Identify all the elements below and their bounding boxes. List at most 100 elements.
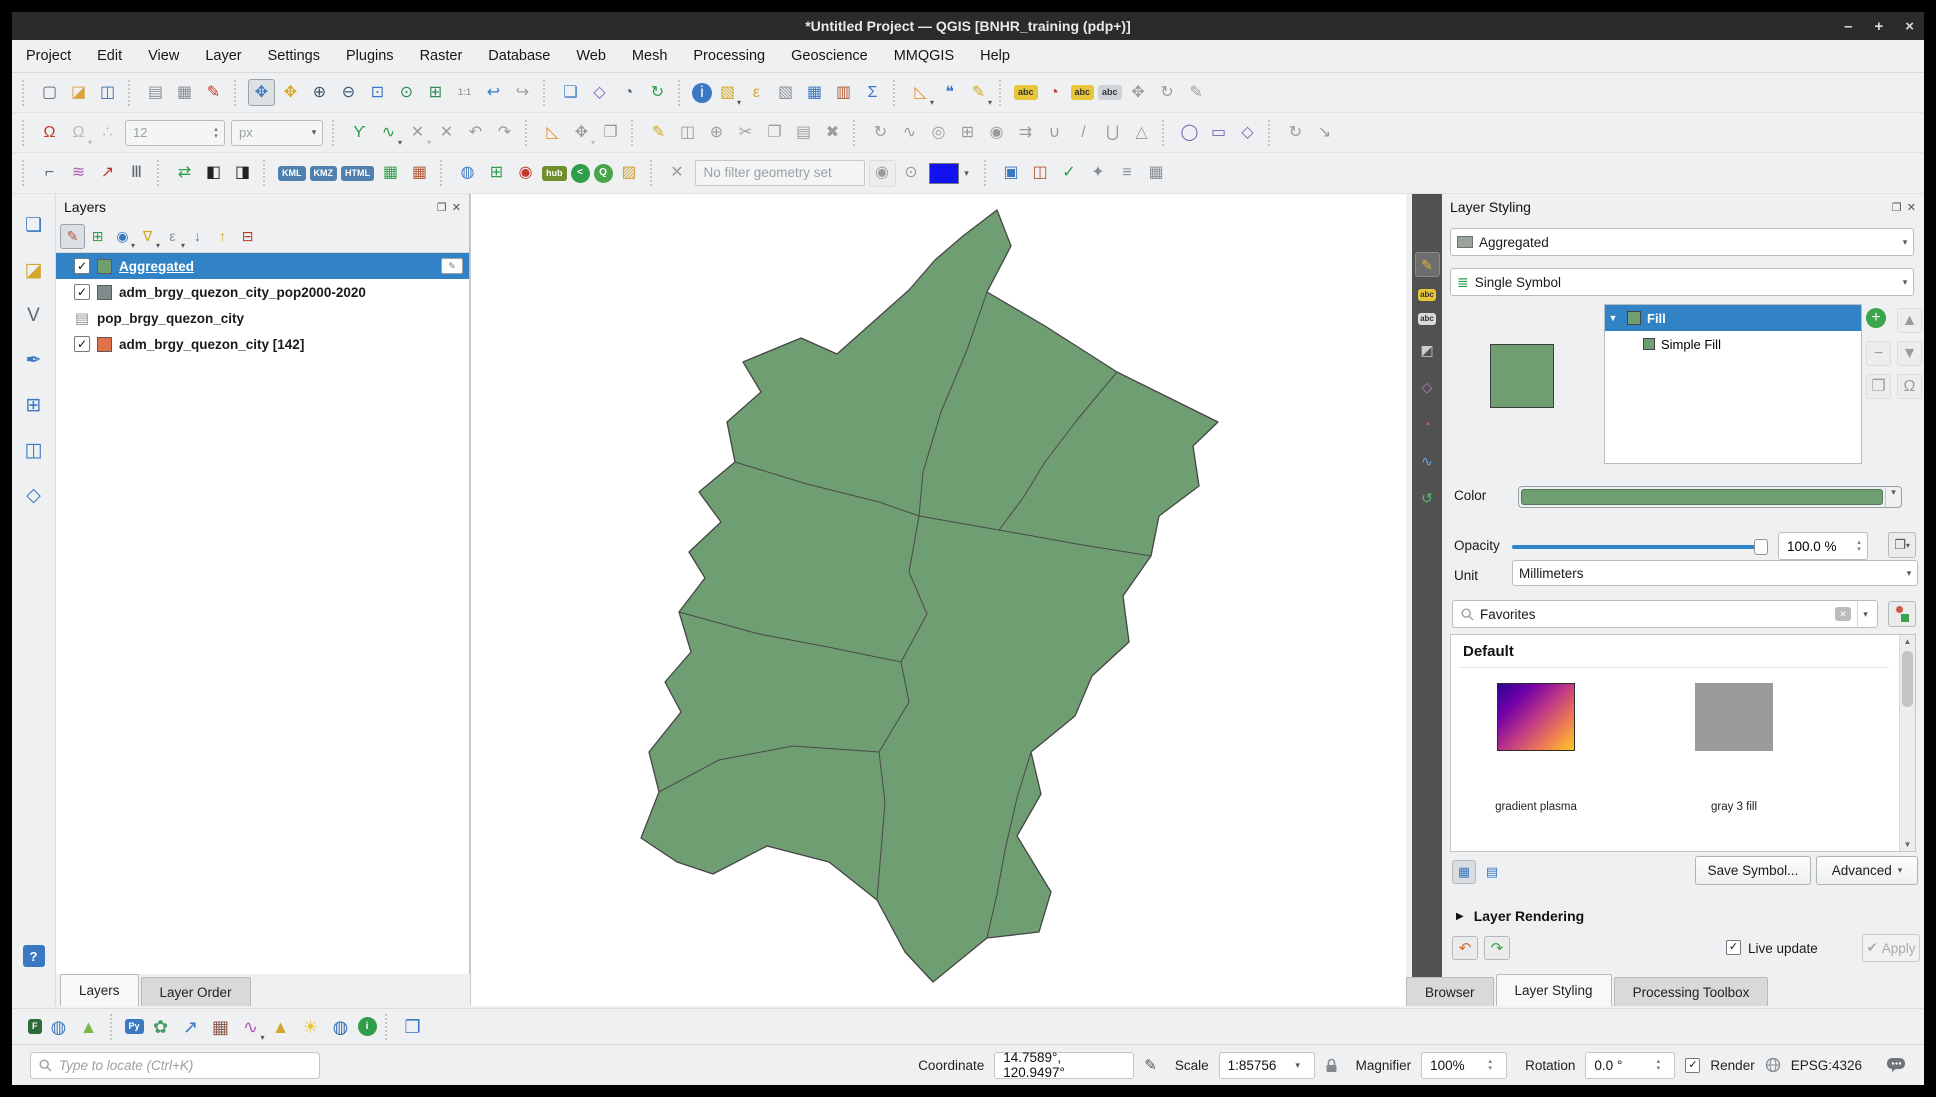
philippines-data-icon[interactable]: ◉	[512, 160, 539, 187]
layer-item-aggregated[interactable]: ✓ Aggregated ✎	[56, 253, 469, 279]
panel-close-icon[interactable]: ✕	[452, 201, 461, 214]
opacity-slider[interactable]	[1512, 539, 1768, 555]
new-print-layout-icon[interactable]: ▤	[142, 79, 169, 106]
symbol-card-gray-3-fill[interactable]: gray 3 fill	[1679, 683, 1789, 813]
plugin-leaf-icon[interactable]: ✿	[147, 1013, 175, 1041]
chevron-down-icon[interactable]: ▾	[1885, 487, 1901, 507]
move-label-icon[interactable]: ✥	[1125, 79, 1152, 106]
draw-extent-icon[interactable]: ▣	[998, 160, 1025, 187]
rotate-label-icon[interactable]: ↻	[1154, 79, 1181, 106]
layer-item-adm-brgy-quezon-city-142[interactable]: ✓ adm_brgy_quezon_city [142]	[56, 331, 469, 357]
layer-visibility-checkbox[interactable]: ✓	[74, 336, 90, 352]
shape-circle-icon[interactable]: ◯	[1176, 119, 1203, 146]
tab-browser[interactable]: Browser	[1406, 977, 1494, 1006]
mask-tab-icon[interactable]: ◩	[1415, 337, 1440, 362]
zoom-full-icon[interactable]: ⊡	[364, 79, 391, 106]
add-vector-layer-icon[interactable]: V	[19, 300, 49, 330]
color-button[interactable]: ▾	[1518, 486, 1902, 508]
menu-settings[interactable]: Settings	[268, 48, 320, 64]
opacity-slider-handle[interactable]	[1754, 539, 1768, 555]
quickmapservices-icon[interactable]: ◍	[454, 160, 481, 187]
rotation-input[interactable]: 0.0 ° ▴ ▾	[1585, 1051, 1676, 1079]
pin-labels-icon[interactable]: abc	[1070, 85, 1095, 100]
chevron-down-icon[interactable]: ▾	[1857, 601, 1873, 627]
view-3d-tab-icon[interactable]: ◇	[1415, 374, 1440, 399]
measure-angle-icon[interactable]: ◺	[539, 119, 566, 146]
symbol-tree-fill-row[interactable]: ▼ Fill	[1605, 305, 1861, 331]
menu-layer[interactable]: Layer	[205, 48, 241, 64]
manage-map-themes-icon[interactable]: ◉ ▾	[110, 224, 135, 250]
symbology-tab-icon[interactable]: ✎	[1414, 252, 1440, 277]
symbol-search-input[interactable]: Favorites ✕ ▾	[1452, 600, 1878, 628]
topology-checker-icon[interactable]: ✦	[1085, 160, 1112, 187]
export-kml-icon[interactable]: KML	[278, 165, 306, 181]
filter-legend-icon[interactable]: ∇ ▾	[135, 224, 160, 250]
group-stats-icon[interactable]: ◫	[1027, 160, 1054, 187]
shape-rectangle-icon[interactable]: ▭	[1205, 119, 1232, 146]
deselect-features-icon[interactable]: ▧	[772, 79, 799, 106]
layer-diagram-icon[interactable]: ◔	[1041, 79, 1068, 106]
coordinate-input[interactable]: 14.7589°, 120.9497°	[994, 1050, 1135, 1080]
menu-mmqgis[interactable]: MMQGIS	[894, 48, 954, 64]
new-3d-map-view-icon[interactable]: ◇	[586, 79, 613, 106]
save-symbol-button[interactable]: Save Symbol...	[1695, 856, 1811, 885]
bw-raster-right-icon[interactable]: ◨	[229, 160, 256, 187]
add-group-icon[interactable]: ⊞	[85, 224, 110, 249]
zoom-out-icon[interactable]: ⊖	[335, 79, 362, 106]
panel-close-icon[interactable]: ✕	[1907, 201, 1916, 214]
add-mesh-layer-icon[interactable]: ⊞	[19, 390, 49, 420]
pan-to-selection-icon[interactable]: ✥	[277, 79, 304, 106]
measure-line-icon[interactable]: ◺ ▾	[907, 79, 934, 107]
tracing-icon[interactable]: ϒ	[346, 119, 373, 146]
lock-symbol-color-button[interactable]: Ω	[1897, 374, 1922, 399]
red-polyline-icon[interactable]: ↗	[94, 160, 121, 187]
panel-float-icon[interactable]: ❐	[437, 201, 447, 214]
add-part-icon[interactable]: ⊞	[954, 119, 981, 146]
snap-on-intersection-icon[interactable]: ∴	[94, 119, 121, 146]
toggle-extents-icon[interactable]: ✎	[1144, 1056, 1157, 1074]
add-virtual-layer-icon[interactable]: ◇	[19, 480, 49, 510]
layers-stack-icon[interactable]: ≡	[1114, 160, 1141, 187]
menu-geoscience[interactable]: Geoscience	[791, 48, 868, 64]
add-grid-icon[interactable]: ⊞	[483, 160, 510, 187]
tab-layers[interactable]: Layers	[60, 974, 139, 1006]
vertex-tool-current-icon[interactable]: ✕	[433, 119, 460, 146]
digitize-size-spinbox[interactable]: 12 ▴ ▾	[125, 119, 225, 146]
zoom-to-selection-icon[interactable]: ⊙	[393, 79, 420, 106]
open-layer-styling-icon[interactable]: ✎	[60, 223, 85, 249]
menu-processing[interactable]: Processing	[693, 48, 765, 64]
redo-style-button[interactable]: ↷	[1484, 936, 1510, 960]
copy-canvas-icon[interactable]: ❐	[399, 1013, 427, 1041]
change-label-icon[interactable]: ✎	[1183, 79, 1210, 106]
plugin-globe-icon[interactable]: ◍	[45, 1013, 73, 1041]
digitize-with-curve-icon[interactable]: ∿ ▾	[375, 119, 402, 147]
unit-selector[interactable]: Millimeters ▾	[1512, 560, 1918, 586]
add-spatialite-layer-icon[interactable]: ✒	[19, 345, 49, 375]
copy-move-feature-icon[interactable]: ❐	[597, 119, 624, 146]
tab-layer-order[interactable]: Layer Order	[140, 977, 251, 1006]
close-button[interactable]: ×	[1905, 18, 1914, 35]
earth-icon[interactable]: ◍	[327, 1013, 355, 1041]
menu-database[interactable]: Database	[488, 48, 550, 64]
new-project-icon[interactable]: ▢	[36, 79, 63, 106]
digitize-unit-combo[interactable]: px ▾	[231, 119, 323, 146]
filter-by-expression-icon[interactable]: ε ▾	[160, 224, 185, 250]
list-view-button[interactable]: ▤	[1480, 860, 1504, 884]
select-features-icon[interactable]: ▧ ▾	[714, 79, 741, 107]
data-defined-override-button[interactable]: ❐ ▾	[1888, 532, 1916, 558]
menu-view[interactable]: View	[148, 48, 179, 64]
data-table-icon[interactable]: ▦	[1143, 160, 1170, 187]
maximize-button[interactable]: +	[1874, 18, 1883, 35]
help-icon[interactable]: ?	[22, 945, 45, 967]
cut-features-icon[interactable]: ✂	[732, 119, 759, 146]
bw-raster-left-icon[interactable]: ◧	[200, 160, 227, 187]
duplicate-symbol-layer-button[interactable]: ❐	[1866, 374, 1891, 399]
collapsed-arrow-icon[interactable]: ▶	[1456, 911, 1464, 922]
lock-scale-icon[interactable]	[1325, 1058, 1338, 1073]
colored-lines-icon[interactable]: ≋	[65, 160, 92, 187]
raster-palette-2-icon[interactable]: ▦	[406, 160, 433, 187]
map-tips-icon[interactable]: ❝	[936, 79, 963, 106]
plugin-delta-icon[interactable]: ▲	[75, 1013, 103, 1041]
menu-web[interactable]: Web	[576, 48, 606, 64]
new-annotation-icon[interactable]: ✎ ▾	[965, 79, 992, 107]
